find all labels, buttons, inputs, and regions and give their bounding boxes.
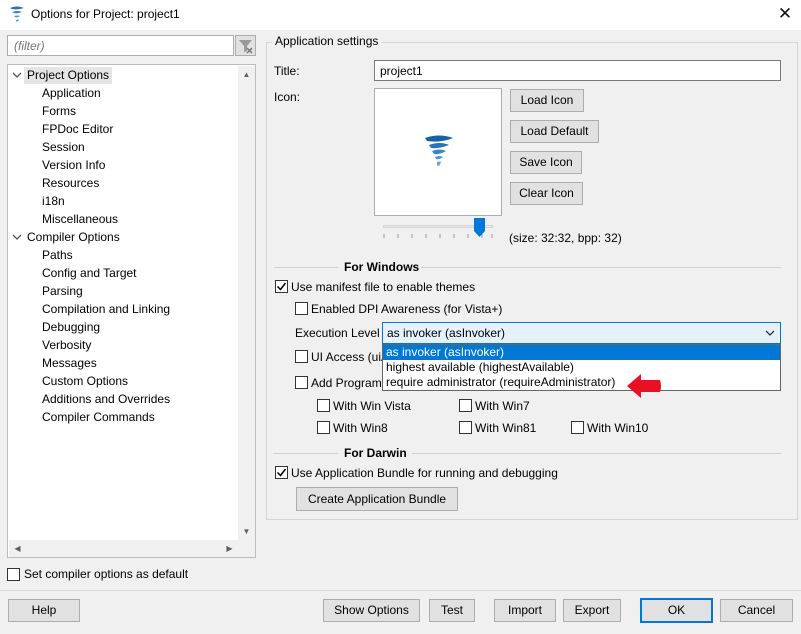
option-highest-available[interactable]: highest available (highestAvailable) xyxy=(383,360,780,375)
tree-item-config-and-target[interactable]: Config and Target xyxy=(42,265,137,282)
tree-item-compiler-options[interactable]: Compiler Options xyxy=(27,229,120,246)
win8-checkbox[interactable] xyxy=(317,421,330,434)
icon-preview xyxy=(374,88,502,216)
ok-button[interactable]: OK xyxy=(640,598,713,623)
filter-icon xyxy=(239,40,253,54)
load-icon-button[interactable]: Load Icon xyxy=(510,89,584,112)
export-button[interactable]: Export xyxy=(563,599,621,622)
tree-item-compiler-commands[interactable]: Compiler Commands xyxy=(42,409,155,426)
for-darwin-title: For Darwin xyxy=(344,446,407,460)
clear-icon-button[interactable]: Clear Icon xyxy=(510,182,583,205)
tree-horizontal-scrollbar[interactable]: ◀ ▶ xyxy=(9,540,238,557)
darwin-separator-right xyxy=(412,453,781,454)
scroll-right-icon[interactable]: ▶ xyxy=(221,540,238,557)
options-tree[interactable]: Project Options Application Forms FPDoc Edi… xyxy=(7,64,256,558)
for-windows-title: For Windows xyxy=(344,260,420,274)
execution-level-label: Execution Level xyxy=(295,326,380,340)
add-program-label: Add Program xyxy=(311,376,382,390)
title-input[interactable] xyxy=(374,60,781,81)
option-as-invoker[interactable]: as invoker (asInvoker) xyxy=(383,345,780,360)
use-manifest-label: Use manifest file to enable themes xyxy=(291,280,476,294)
scroll-up-icon[interactable]: ▲ xyxy=(238,66,255,83)
title-label: Title: xyxy=(274,64,300,78)
use-bundle-checkbox[interactable] xyxy=(275,466,288,479)
windows-separator-left xyxy=(274,267,338,268)
win81-label: With Win81 xyxy=(475,421,537,435)
tree-item-additions-and-overrides[interactable]: Additions and Overrides xyxy=(42,391,170,408)
win10-label: With Win10 xyxy=(587,421,649,435)
close-button[interactable]: ✕ xyxy=(774,4,796,24)
red-arrow-icon xyxy=(627,374,661,398)
tree-item-debugging[interactable]: Debugging xyxy=(42,319,100,336)
win10-checkbox[interactable] xyxy=(571,421,584,434)
darwin-separator-left xyxy=(274,453,338,454)
execution-level-value: as invoker (asInvoker) xyxy=(387,326,506,340)
scroll-corner xyxy=(238,540,255,557)
application-settings-title: Application settings xyxy=(272,34,382,48)
execution-level-dropdown[interactable]: as invoker (asInvoker) highest available… xyxy=(382,344,781,391)
tornado-icon xyxy=(425,135,453,166)
tree-item-version-info[interactable]: Version Info xyxy=(42,157,105,174)
tree-item-verbosity[interactable]: Verbosity xyxy=(42,337,91,354)
show-options-button[interactable]: Show Options xyxy=(323,599,420,622)
load-default-button[interactable]: Load Default xyxy=(510,120,599,143)
tree-item-session[interactable]: Session xyxy=(42,139,85,156)
windows-separator-right xyxy=(421,267,781,268)
icon-size-slider[interactable] xyxy=(380,218,496,242)
window-title: Options for Project: project1 xyxy=(31,7,180,21)
icon-label: Icon: xyxy=(274,90,301,104)
tree-item-application[interactable]: Application xyxy=(42,85,101,102)
tree-item-project-options[interactable]: Project Options xyxy=(24,67,113,84)
import-button[interactable]: Import xyxy=(494,599,556,622)
tree-vertical-scrollbar[interactable]: ▲ ▼ xyxy=(238,66,255,540)
set-default-label: Set compiler options as default xyxy=(24,567,189,581)
tree-item-fpdoc-editor[interactable]: FPDoc Editor xyxy=(42,121,113,138)
create-bundle-button[interactable]: Create Application Bundle xyxy=(296,487,458,511)
test-button[interactable]: Test xyxy=(429,599,475,622)
tree-item-parsing[interactable]: Parsing xyxy=(42,283,83,300)
dpi-awareness-checkbox[interactable] xyxy=(295,302,308,315)
save-icon-button[interactable]: Save Icon xyxy=(510,151,582,174)
win8-label: With Win8 xyxy=(333,421,388,435)
scroll-down-icon[interactable]: ▼ xyxy=(238,523,255,540)
filter-input[interactable] xyxy=(7,35,234,56)
dpi-awareness-label: Enabled DPI Awareness (for Vista+) xyxy=(311,302,503,316)
tree-item-i18n[interactable]: i18n xyxy=(42,193,65,210)
footer-separator xyxy=(0,590,801,591)
ui-access-checkbox[interactable] xyxy=(295,350,308,363)
set-default-checkbox[interactable] xyxy=(7,568,20,581)
option-require-administrator[interactable]: require administrator (requireAdministra… xyxy=(383,375,780,390)
chevron-down-icon[interactable] xyxy=(12,229,22,246)
ui-access-label: UI Access (uiA xyxy=(311,350,390,364)
cancel-button[interactable]: Cancel xyxy=(720,599,793,622)
lazarus-icon xyxy=(9,6,25,24)
use-bundle-label: Use Application Bundle for running and d… xyxy=(291,466,558,480)
win7-checkbox[interactable] xyxy=(459,399,472,412)
scroll-left-icon[interactable]: ◀ xyxy=(9,540,26,557)
tree-item-resources[interactable]: Resources xyxy=(42,175,99,192)
icon-size-info: (size: 32:32, bpp: 32) xyxy=(509,231,622,245)
tree-item-paths[interactable]: Paths xyxy=(42,247,73,264)
slider-thumb[interactable] xyxy=(474,218,485,237)
tree-item-messages[interactable]: Messages xyxy=(42,355,97,372)
clear-filter-button[interactable] xyxy=(235,35,256,56)
tree-item-miscellaneous[interactable]: Miscellaneous xyxy=(42,211,118,228)
win7-label: With Win7 xyxy=(475,399,530,413)
win-vista-checkbox[interactable] xyxy=(317,399,330,412)
chevron-down-icon xyxy=(765,330,775,336)
add-program-checkbox[interactable] xyxy=(295,376,308,389)
help-button[interactable]: Help xyxy=(8,599,80,622)
tree-item-forms[interactable]: Forms xyxy=(42,103,76,120)
execution-level-select[interactable]: as invoker (asInvoker) xyxy=(382,322,781,344)
chevron-down-icon[interactable] xyxy=(12,67,22,84)
tree-item-custom-options[interactable]: Custom Options xyxy=(42,373,128,390)
win81-checkbox[interactable] xyxy=(459,421,472,434)
win-vista-label: With Win Vista xyxy=(333,399,411,413)
use-manifest-checkbox[interactable] xyxy=(275,280,288,293)
tree-item-compilation-and-linking[interactable]: Compilation and Linking xyxy=(42,301,170,318)
